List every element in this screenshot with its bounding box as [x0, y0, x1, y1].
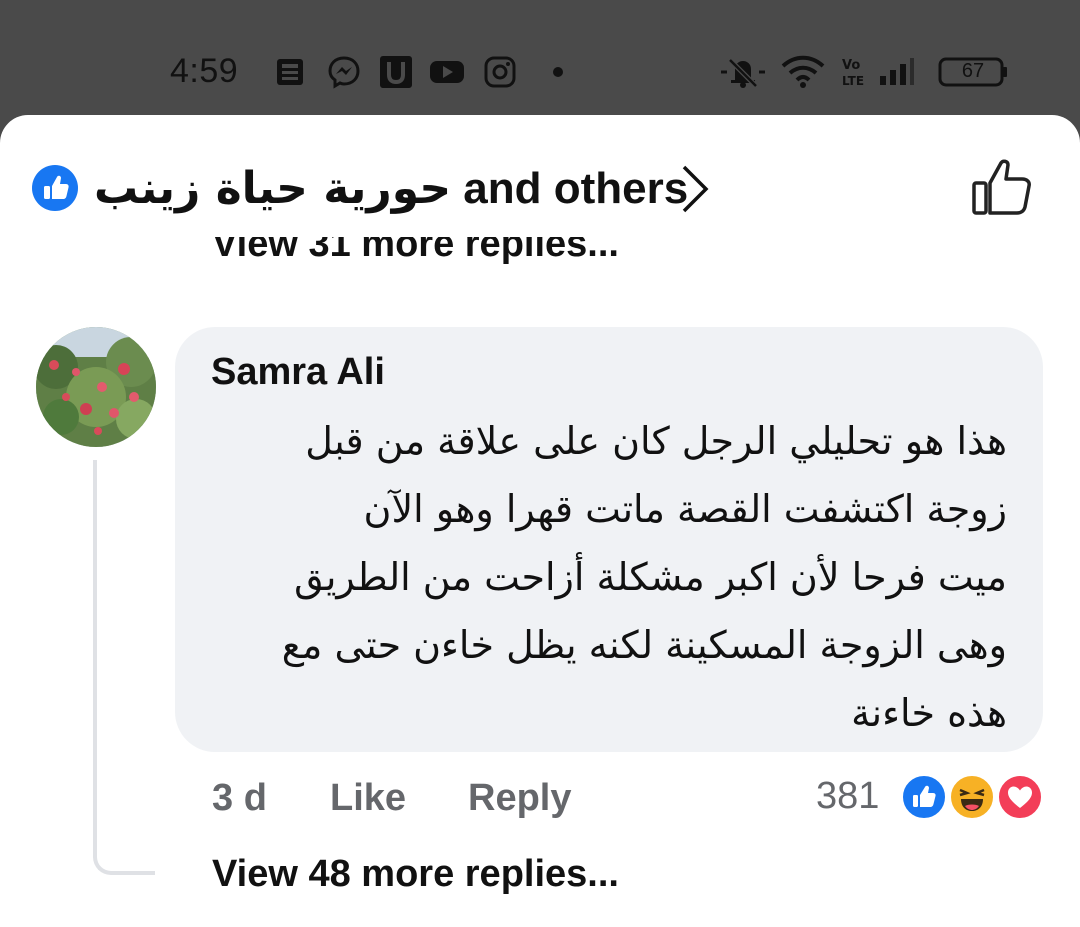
comment-timestamp: 3 d	[212, 777, 267, 819]
messenger-icon	[328, 56, 360, 89]
status-time: 4:59	[170, 52, 239, 90]
like-reaction-icon	[32, 165, 78, 211]
mute-icon	[721, 58, 765, 88]
comment-line: هذا هو تحليلي الرجل كان على علاقة من قبل	[305, 419, 1007, 463]
avatar[interactable]	[36, 327, 156, 447]
reactions-header[interactable]: حورية حياة زينب and others	[32, 155, 1052, 225]
reaction-count[interactable]: 381	[816, 775, 879, 818]
battery-level: 67	[961, 60, 985, 82]
svg-text:LTE: LTE	[842, 74, 864, 88]
signal-icon	[880, 58, 914, 85]
instagram-icon	[484, 56, 516, 88]
view-more-replies-top-label: View 31 more replies...	[212, 237, 619, 265]
dot-icon	[553, 67, 563, 77]
comments-sheet: حورية حياة زينب and others View 31 more …	[0, 115, 1080, 927]
view-more-replies-bottom[interactable]: View 48 more replies...	[212, 853, 619, 896]
comment-text: هذا هو تحليلي الرجل كان على علاقة من قبل…	[207, 407, 1007, 747]
view-more-replies-top[interactable]: View 31 more replies...	[212, 237, 812, 275]
comment-author[interactable]: Samra Ali	[211, 351, 385, 394]
volte-icon: Vo LTE	[842, 58, 864, 88]
status-bar: 4:59 Vo LTE 67	[0, 0, 1080, 115]
thread-line	[93, 460, 155, 875]
comment-line: زوجة اكتشفت القصة ماتت قهرا وهو الآن	[363, 487, 1007, 531]
wifi-icon	[781, 55, 825, 88]
comment-bubble[interactable]: Samra Ali هذا هو تحليلي الرجل كان على عل…	[175, 327, 1043, 752]
like-reaction-icon[interactable]	[900, 773, 948, 821]
like-button[interactable]: Like	[330, 777, 406, 820]
svg-text:Vo: Vo	[842, 58, 860, 73]
comment-line: ميت فرحا لأن اكبر مشكلة أزاحت من الطريق	[294, 555, 1007, 599]
comment-line: هذه خاءنة	[851, 691, 1007, 735]
reactors-suffix: and others	[463, 164, 689, 213]
news-icon	[277, 59, 303, 85]
reply-button[interactable]: Reply	[468, 777, 571, 820]
love-reaction-icon[interactable]	[996, 773, 1044, 821]
reactors-text: حورية حياة زينب and others	[94, 163, 688, 214]
reactor-names: حورية حياة زينب	[94, 163, 452, 214]
youtube-icon	[430, 61, 464, 83]
haha-reaction-icon[interactable]	[948, 773, 996, 821]
comment-line: وهى الزوجة المسكينة لكنه يظل خاءن حتى مع	[281, 623, 1007, 667]
u-app-icon	[380, 56, 412, 88]
chevron-right-icon[interactable]	[680, 161, 710, 217]
like-outline-icon[interactable]	[970, 155, 1034, 219]
